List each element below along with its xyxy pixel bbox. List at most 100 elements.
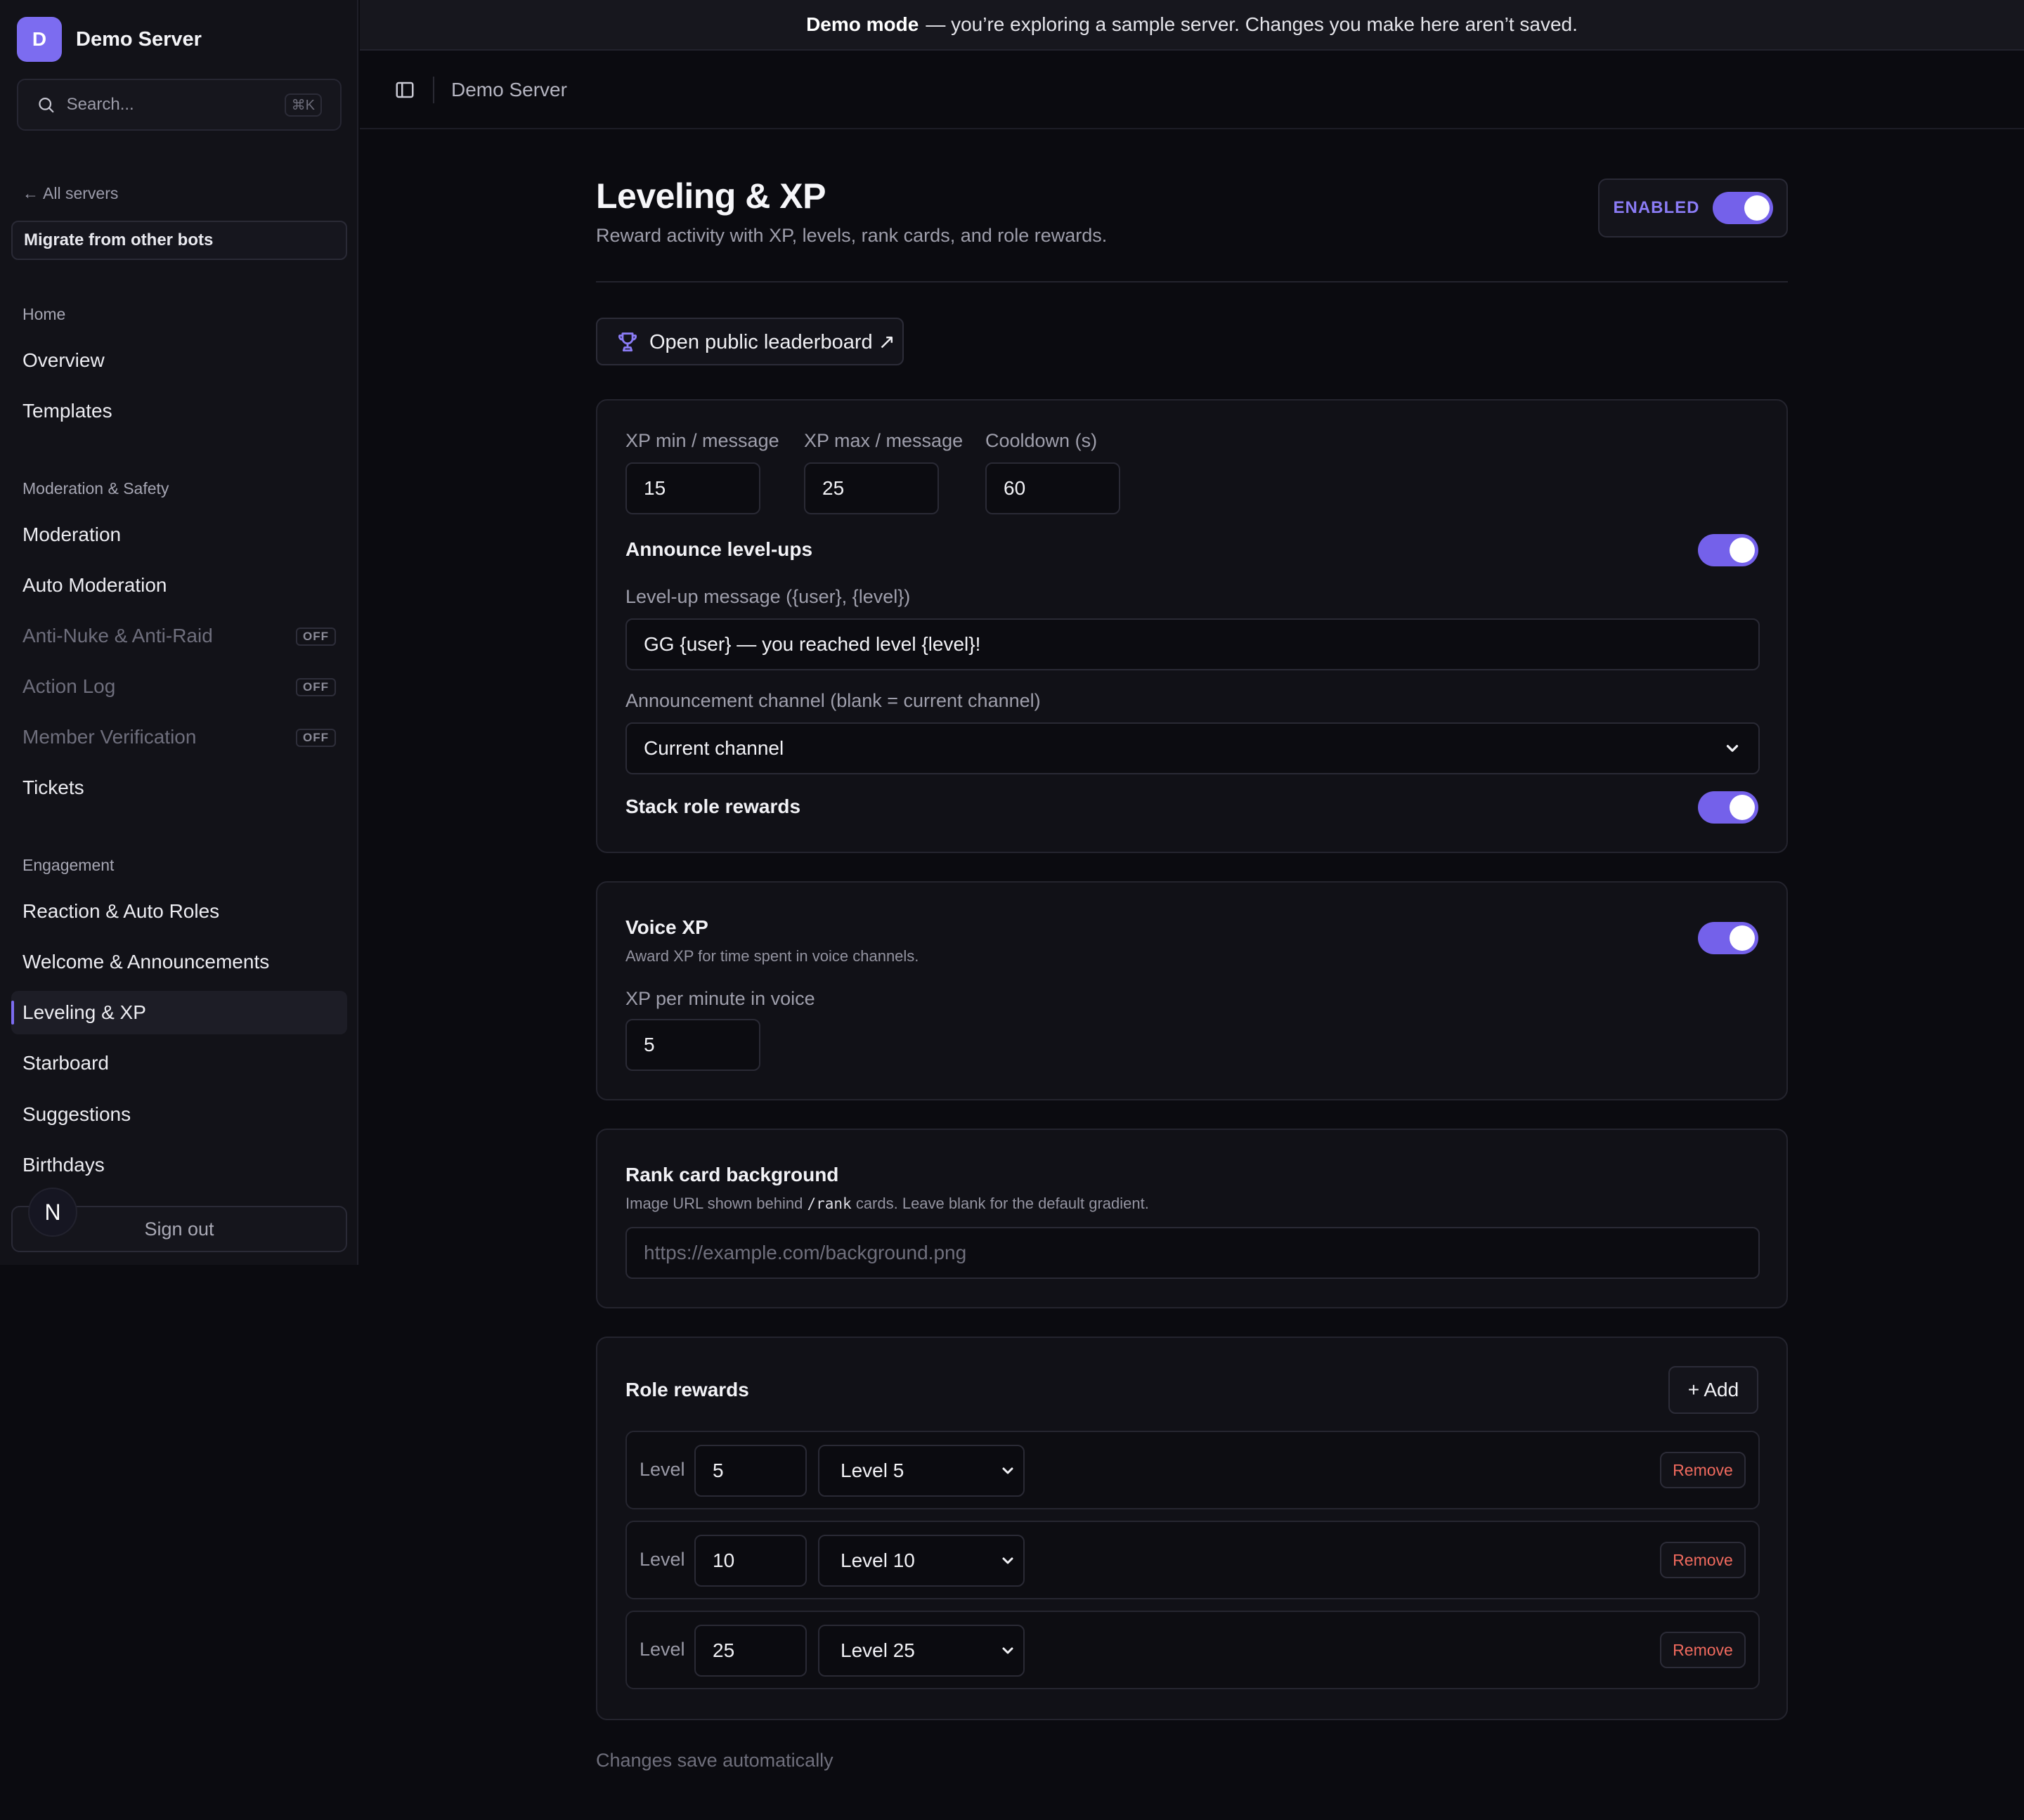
remove-reward-button[interactable]: Remove	[1660, 1452, 1746, 1488]
main-content: Leveling & XP Reward activity with XP, l…	[596, 176, 1788, 1771]
voice-per-minute-input[interactable]	[625, 1019, 760, 1071]
server-name: Demo Server	[76, 27, 202, 51]
trophy-icon	[618, 332, 637, 352]
sidebar: D Demo Server ⌘K ← All servers Migrate f…	[0, 0, 358, 1265]
sidebar-item-label: Suggestions	[22, 1103, 131, 1125]
levelup-message-input[interactable]	[625, 618, 1760, 670]
chevron-down-icon	[1002, 1647, 1013, 1654]
sidebar-item-suggestions[interactable]: Suggestions	[11, 1093, 347, 1136]
rank-command-code: /rank	[807, 1195, 852, 1212]
sidebar-item-birthdays[interactable]: Birthdays	[11, 1143, 347, 1187]
header-divider	[596, 281, 1788, 282]
reward-role-value: Level 25	[841, 1639, 915, 1661]
sidebar-item-label: Action Log	[22, 675, 116, 697]
server-avatar: D	[17, 17, 62, 62]
reward-role-select[interactable]: Level 25	[818, 1625, 1025, 1677]
cooldown-label: Cooldown (s)	[985, 430, 1098, 451]
role-rewards-card: Role rewards + Add Level Level 5 Remove …	[596, 1337, 1788, 1720]
rank-card-title: Rank card background	[625, 1164, 839, 1185]
xp-min-input[interactable]	[625, 462, 760, 514]
rank-card-card: Rank card background Image URL shown beh…	[596, 1129, 1788, 1308]
sidebar-item-overview[interactable]: Overview	[11, 339, 347, 382]
reward-level-label: Level	[640, 1459, 685, 1480]
sidebar-item-action-log[interactable]: Action Log OFF	[11, 665, 347, 708]
voice-xp-title: Voice XP	[625, 916, 708, 938]
status-badge: OFF	[296, 628, 336, 646]
breadcrumb[interactable]: Demo Server	[451, 79, 567, 101]
server-header[interactable]: D Demo Server	[17, 17, 202, 62]
banner-bold: Demo mode	[806, 13, 919, 35]
module-enabled-toggle[interactable]: ENABLED	[1598, 178, 1788, 238]
sidebar-item-auto-moderation[interactable]: Auto Moderation	[11, 564, 347, 607]
sidebar-item-label: Starboard	[22, 1052, 109, 1074]
nav-section-moderation: Moderation & Safety	[22, 479, 169, 498]
sidebar-toggle-button[interactable]	[385, 70, 424, 110]
search-shortcut: ⌘K	[284, 93, 322, 117]
all-servers-link[interactable]: ← All servers	[22, 184, 118, 203]
sidebar-item-moderation[interactable]: Moderation	[11, 513, 347, 557]
chevron-down-icon	[1726, 745, 1739, 752]
sidebar-item-label: Auto Moderation	[22, 574, 167, 596]
search-box[interactable]: ⌘K	[17, 79, 342, 131]
module-toggle-switch[interactable]	[1712, 192, 1773, 224]
sidebar-item-label: Welcome & Announcements	[22, 951, 270, 973]
announcement-channel-label: Announcement channel (blank = current ch…	[625, 690, 1041, 711]
voice-xp-toggle[interactable]	[1698, 922, 1758, 954]
sidebar-panel-icon	[396, 82, 414, 98]
voice-xp-card: Voice XP Award XP for time spent in voic…	[596, 881, 1788, 1100]
stack-role-rewards-toggle[interactable]	[1698, 791, 1758, 824]
arrow-left-icon: ←	[22, 184, 39, 202]
sidebar-item-label: Member Verification	[22, 726, 197, 748]
nav-section-home: Home	[22, 305, 66, 323]
announcement-channel-select[interactable]: Current channel	[625, 722, 1760, 774]
leaderboard-label: Open public leaderboard ↗	[649, 330, 895, 353]
sidebar-item-tickets[interactable]: Tickets	[11, 766, 347, 810]
reward-role-select[interactable]: Level 10	[818, 1535, 1025, 1587]
status-badge: OFF	[296, 678, 336, 696]
rank-card-desc-before: Image URL shown behind	[625, 1195, 803, 1212]
search-input[interactable]	[66, 95, 285, 115]
stack-role-rewards-label: Stack role rewards	[625, 795, 801, 817]
xp-max-input[interactable]	[804, 462, 939, 514]
voice-per-minute-label: XP per minute in voice	[625, 988, 815, 1009]
open-leaderboard-button[interactable]: Open public leaderboard ↗	[596, 318, 904, 365]
enabled-label: ENABLED	[1613, 198, 1700, 217]
chevron-down-icon	[1002, 1557, 1013, 1564]
reward-level-label: Level	[640, 1639, 685, 1660]
reward-role-value: Level 10	[841, 1549, 915, 1571]
sidebar-item-welcome[interactable]: Welcome & Announcements	[11, 940, 347, 984]
sidebar-item-label: Moderation	[22, 524, 122, 545]
sidebar-item-member-verification[interactable]: Member Verification OFF	[11, 715, 347, 759]
remove-reward-button[interactable]: Remove	[1660, 1632, 1746, 1668]
cooldown-input[interactable]	[985, 462, 1120, 514]
sidebar-item-templates[interactable]: Templates	[11, 389, 347, 433]
nav-section-engagement: Engagement	[22, 856, 115, 874]
rank-card-desc: Image URL shown behind /rank cards. Leav…	[625, 1195, 1149, 1213]
role-rewards-title: Role rewards	[625, 1379, 749, 1400]
rank-card-url-input[interactable]	[625, 1227, 1760, 1279]
sidebar-item-anti-nuke[interactable]: Anti-Nuke & Anti-Raid OFF	[11, 614, 347, 658]
reward-role-select[interactable]: Level 5	[818, 1445, 1025, 1497]
reward-level-input[interactable]	[694, 1625, 807, 1677]
user-avatar[interactable]: N	[28, 1188, 77, 1237]
all-servers-label: All servers	[43, 184, 119, 202]
sidebar-item-starboard[interactable]: Starboard	[11, 1041, 347, 1085]
sidebar-item-label: Reaction & Auto Roles	[22, 900, 220, 922]
announce-levelups-toggle[interactable]	[1698, 534, 1758, 566]
remove-reward-button[interactable]: Remove	[1660, 1542, 1746, 1578]
reward-level-label: Level	[640, 1549, 685, 1570]
topbar: Demo Server	[360, 52, 2024, 129]
sidebar-item-leveling[interactable]: Leveling & XP	[11, 991, 347, 1034]
status-badge: OFF	[296, 729, 336, 747]
sidebar-item-reaction-roles[interactable]: Reaction & Auto Roles	[11, 890, 347, 933]
reward-role-value: Level 5	[841, 1460, 904, 1481]
reward-level-input[interactable]	[694, 1445, 807, 1497]
chevron-down-icon	[1002, 1467, 1013, 1474]
sidebar-item-label: Anti-Nuke & Anti-Raid	[22, 625, 213, 646]
table-row: Level Level 5 Remove	[625, 1431, 1760, 1509]
levelup-message-label: Level-up message ({user}, {level})	[625, 586, 911, 607]
reward-level-input[interactable]	[694, 1535, 807, 1587]
add-reward-button[interactable]: + Add	[1668, 1366, 1758, 1414]
migrate-button[interactable]: Migrate from other bots	[11, 221, 347, 260]
announcement-channel-value: Current channel	[644, 737, 784, 759]
